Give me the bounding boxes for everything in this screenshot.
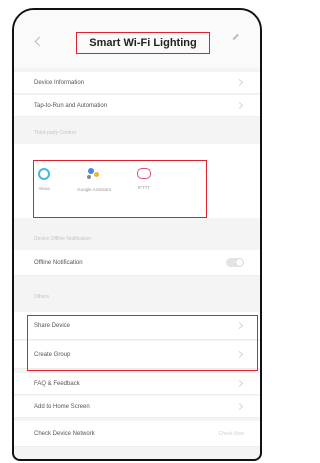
menu-item-faq-feedback[interactable]: FAQ & Feedback (14, 373, 260, 395)
offline-notification-toggle[interactable] (226, 258, 244, 267)
highlight-share-group (27, 315, 258, 371)
header-bar: Smart Wi-Fi Lighting (14, 10, 260, 68)
offline-notification-label: Offline Notification (34, 259, 83, 266)
back-icon[interactable] (34, 36, 45, 47)
edit-icon[interactable] (232, 33, 239, 40)
phone-frame: Smart Wi-Fi Lighting Device Information … (12, 8, 262, 461)
section-label-third-party: Third-party Control (34, 130, 76, 136)
chevron-right-icon (235, 101, 244, 110)
highlight-third-party (33, 160, 207, 218)
section-label-others: Others (34, 294, 50, 300)
menu-item-device-information[interactable]: Device Information (14, 72, 260, 94)
menu-item-label: Check Device Network (34, 430, 95, 437)
menu-item-label: Add to Home Screen (34, 403, 90, 410)
chevron-right-icon (235, 402, 244, 411)
menu-item-label: Device Information (34, 79, 85, 86)
section-label-offline: Device Offline Notification (34, 236, 92, 242)
menu-item-label: FAQ & Feedback (34, 380, 80, 387)
offline-notification-row: Offline Notification (14, 250, 260, 276)
chevron-right-icon (235, 379, 244, 388)
chevron-right-icon (235, 78, 244, 87)
menu-item-tap-to-run[interactable]: Tap-to-Run and Automation (14, 95, 260, 117)
menu-item-check-device-network[interactable]: Check Device Network Check Now (14, 421, 260, 447)
menu-item-add-to-home-screen[interactable]: Add to Home Screen (14, 396, 260, 418)
menu-item-label: Tap-to-Run and Automation (34, 102, 108, 109)
check-now-link[interactable]: Check Now (218, 431, 244, 437)
page-title: Smart Wi-Fi Lighting (76, 32, 210, 54)
